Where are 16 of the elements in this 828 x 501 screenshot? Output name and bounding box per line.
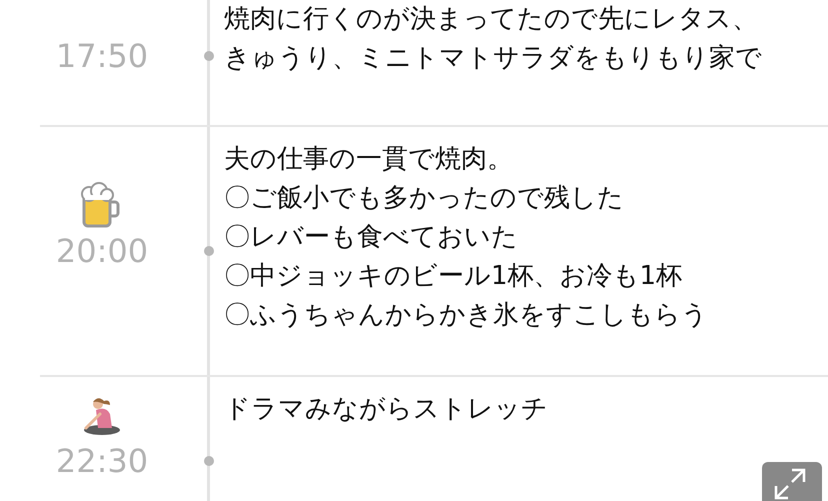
note-line: 〇レバーも食べておいた [224, 221, 519, 254]
time-label: 20:00 [54, 232, 150, 270]
expand-button[interactable] [762, 462, 822, 501]
time-label: 22:30 [54, 442, 150, 480]
note-line: 焼肉に行くのが決まってたので先にレタス、 [224, 3, 759, 36]
note-line: 〇中ジョッキのビール1杯、お冷も1杯 [224, 260, 684, 293]
note-line: きゅうり、ミニトマトサラダをもりもり家で [224, 42, 763, 75]
time-label: 17:50 [54, 37, 150, 75]
timeline-dot [204, 246, 214, 256]
beer-mug-icon [78, 182, 120, 228]
timeline-dot [204, 51, 214, 61]
note-line: 〇ご飯小でも多かったので残した [224, 182, 625, 215]
note-line: ドラマみながらストレッチ [224, 393, 549, 426]
timeline-dot [204, 456, 214, 466]
note-line: 夫の仕事の一貫で焼肉。 [224, 143, 514, 176]
note-line: 〇ふうちゃんからかき氷をすこしもらう [224, 299, 709, 332]
